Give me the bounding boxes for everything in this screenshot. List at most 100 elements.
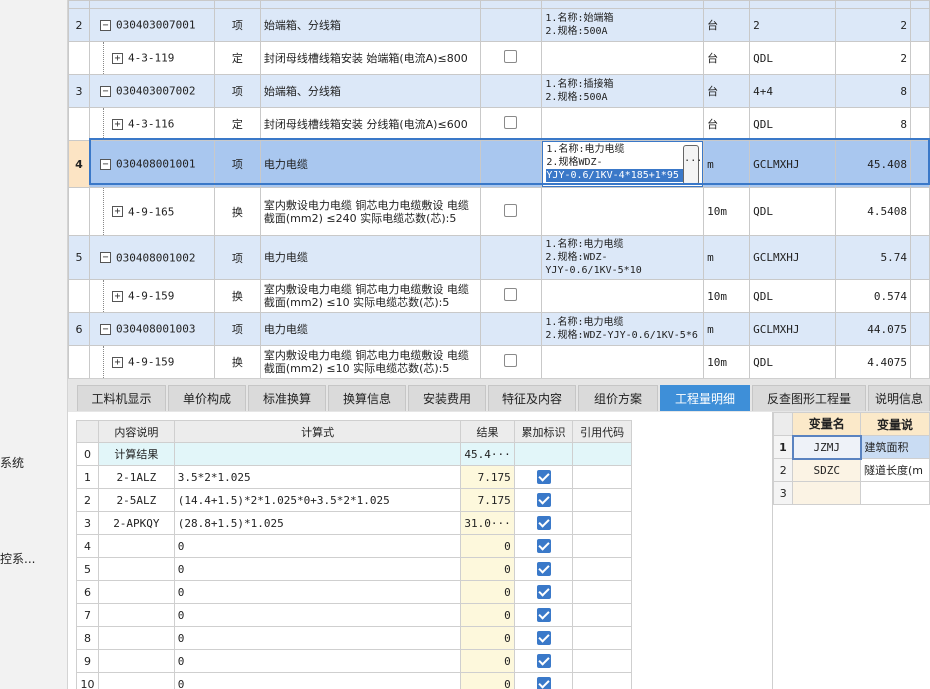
formula-cell[interactable] (173, 442, 462, 466)
collapse-icon[interactable]: − (99, 19, 111, 31)
formula-cell[interactable]: (28.8+1.5)*1.025 (173, 511, 462, 535)
formula-cell[interactable]: 0 (173, 534, 462, 558)
name-cell[interactable]: 电力电缆 (259, 235, 481, 280)
table-row[interactable]: 2−030403007001 项始端箱、分线箱 1.名称:始端箱 2.规格:500A… (68, 8, 930, 42)
column-header[interactable]: 引用代码 (572, 420, 632, 443)
column-header[interactable]: 计算式 (173, 420, 462, 443)
description-cell[interactable]: 2-APKQY (97, 511, 175, 535)
table-row[interactable]: 5 00 (76, 557, 632, 581)
expand-icon[interactable]: + (111, 118, 123, 130)
tab-6[interactable]: 组价方案 (578, 385, 658, 411)
tab-9[interactable]: 说明信息 (868, 385, 930, 411)
table-row[interactable]: 8 00 (76, 626, 632, 650)
variable-description-cell[interactable]: 隧道长度(m (860, 458, 930, 482)
quantity-cell[interactable]: 0.574 (835, 279, 911, 313)
accumulate-checkbox[interactable] (536, 516, 551, 530)
collapse-icon[interactable]: − (99, 323, 111, 335)
row-checkbox[interactable] (504, 354, 518, 367)
table-row[interactable]: 5−030408001002 项电力电缆 1.名称:电力电缆 2.规格:WDZ- Y… (68, 235, 930, 280)
ellipsis-button[interactable]: ... (683, 145, 702, 185)
name-cell[interactable]: 始端箱、分线箱 (259, 8, 481, 42)
column-header[interactable]: 变量名 (792, 412, 861, 436)
name-cell[interactable]: 电力电缆 (259, 312, 481, 346)
expression-cell[interactable]: QDL (749, 107, 837, 141)
table-row[interactable]: 6−030408001003 项电力电缆 1.名称:电力电缆 2.规格:WDZ-YJ… (68, 312, 930, 346)
name-cell[interactable]: 封闭母线槽线箱安装 分线箱(电流A)≤600 (259, 107, 481, 141)
tab-7[interactable]: 工程量明细 (660, 385, 750, 411)
quantity-cell[interactable]: 8 (835, 107, 911, 141)
quantity-cell[interactable]: 4.5408 (835, 187, 911, 236)
tab-5[interactable]: 特征及内容 (488, 385, 576, 411)
reference-cell[interactable] (572, 580, 632, 604)
column-header[interactable]: 结果 (460, 420, 515, 443)
collapse-icon[interactable]: − (99, 252, 111, 264)
feature-cell[interactable]: 1.名称:电力电缆 2.规格:WDZ-YJY-0.6/1KV-5*6 (541, 312, 705, 346)
quantity-cell[interactable]: 2 (835, 41, 911, 75)
table-row[interactable]: 9 00 (76, 649, 632, 673)
description-cell[interactable] (97, 672, 175, 689)
accumulate-checkbox[interactable] (536, 470, 551, 484)
formula-cell[interactable]: 0 (173, 580, 462, 604)
reference-cell[interactable] (572, 534, 632, 558)
description-cell[interactable] (97, 649, 175, 673)
accumulate-checkbox[interactable] (536, 631, 551, 645)
quantity-cell[interactable]: 8 (835, 74, 911, 108)
reference-cell[interactable] (572, 465, 632, 489)
row-checkbox[interactable] (504, 50, 518, 63)
collapse-icon[interactable]: − (99, 85, 111, 97)
row-checkbox[interactable] (504, 203, 518, 217)
description-cell[interactable] (97, 534, 175, 558)
feature-cell[interactable] (541, 187, 705, 236)
expand-icon[interactable]: + (111, 52, 123, 64)
name-cell[interactable]: 电力电缆 (259, 140, 481, 188)
table-row[interactable]: 7 00 (76, 603, 632, 627)
expression-cell[interactable]: QDL (749, 187, 837, 236)
quantity-cell[interactable]: 45.408 (835, 140, 911, 188)
feature-cell[interactable]: 1.名称:插接箱 2.规格:500A (541, 74, 705, 108)
accumulate-checkbox[interactable] (536, 562, 551, 576)
feature-cell[interactable] (541, 279, 705, 313)
expand-icon[interactable]: + (111, 206, 123, 218)
feature-editor[interactable]: 1.名称:电力电缆 2.规格WDZ- YJY-0.6/1KV-4*185+1*95.… (542, 141, 703, 187)
description-cell[interactable]: 2-5ALZ (97, 488, 175, 512)
description-cell[interactable]: 计算结果 (97, 442, 175, 466)
table-row[interactable]: 0 计算结果 45.4··· (76, 442, 632, 466)
variable-name-cell[interactable]: SDZC (792, 458, 861, 482)
feature-cell[interactable]: 1.名称:电力电缆 2.规格WDZ- YJY-0.6/1KV-4*185+1*95.… (541, 140, 705, 188)
table-row[interactable]: +4-9-159 换室内敷设电力电缆 铜芯电力电缆敷设 电缆截面(mm2) ≤10… (68, 345, 930, 378)
expand-icon[interactable]: + (111, 356, 123, 368)
reference-cell[interactable] (572, 511, 632, 535)
formula-cell[interactable]: 0 (173, 557, 462, 581)
accumulate-checkbox[interactable] (536, 608, 551, 622)
description-cell[interactable] (97, 603, 175, 627)
expression-cell[interactable]: GCLMXHJ (749, 140, 837, 188)
sidebar-item-system[interactable]: 系统 (0, 454, 24, 471)
column-header[interactable]: 变量说 (860, 412, 930, 436)
quantity-cell[interactable]: 2 (835, 8, 911, 42)
tab-4[interactable]: 安装费用 (408, 385, 486, 411)
table-row[interactable]: 6 00 (76, 580, 632, 604)
name-cell[interactable]: 室内敷设电力电缆 铜芯电力电缆敷设 电缆截面(mm2) ≤10 实际电缆芯数(芯… (259, 345, 481, 378)
expression-cell[interactable]: QDL (749, 279, 837, 313)
reference-cell[interactable] (572, 603, 632, 627)
name-cell[interactable]: 始端箱、分线箱 (259, 74, 481, 108)
table-row[interactable]: 1 2-1ALZ 3.5*2*1.025 7.175 (76, 465, 632, 489)
reference-cell[interactable] (572, 442, 632, 466)
variable-description-cell[interactable] (860, 481, 930, 505)
tab-1[interactable]: 单价构成 (168, 385, 246, 411)
name-cell[interactable]: 封闭母线槽线箱安装 始端箱(电流A)≤800 (259, 41, 481, 75)
reference-cell[interactable] (572, 626, 632, 650)
feature-cell[interactable]: 1.名称:始端箱 2.规格:500A (541, 8, 705, 42)
sidebar-item-control-system[interactable]: 控系... (0, 550, 35, 567)
table-row[interactable]: 1 JZMJ 建筑面积 (773, 434, 930, 460)
accumulate-checkbox[interactable] (536, 677, 551, 689)
collapse-icon[interactable]: − (99, 158, 111, 170)
expression-cell[interactable]: GCLMXHJ (749, 235, 837, 280)
quantity-cell[interactable]: 44.075 (835, 312, 911, 346)
quantity-cell[interactable]: 4.4075 (835, 345, 911, 378)
tab-3[interactable]: 换算信息 (328, 385, 406, 411)
table-row[interactable]: 4 00 (76, 534, 632, 558)
formula-cell[interactable]: 0 (173, 603, 462, 627)
table-row[interactable]: +4-3-119 定封闭母线槽线箱安装 始端箱(电流A)≤800 台 QDL 2 (68, 41, 930, 75)
variable-description-cell[interactable]: 建筑面积 (860, 435, 930, 459)
